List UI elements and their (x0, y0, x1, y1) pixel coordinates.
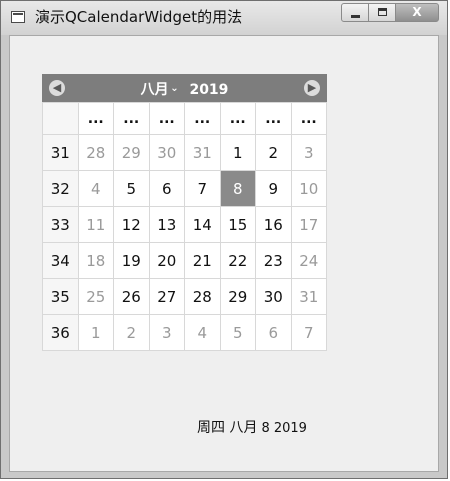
week-number: 32 (42, 170, 79, 207)
app-window: 演示QCalendarWidget的用法 X ◀ 八月 2019 ▶ .....… (0, 0, 448, 479)
calendar-week-row: 35 25 26 27 28 29 30 31 (42, 278, 327, 315)
week-number: 31 (42, 134, 79, 171)
calendar-day[interactable]: 13 (148, 206, 185, 243)
calendar-day[interactable]: 2 (113, 314, 150, 351)
calendar-day[interactable]: 4 (184, 314, 221, 351)
weekday-header: ... (290, 102, 327, 135)
calendar-day[interactable]: 30 (255, 278, 292, 315)
calendar-day-selected[interactable]: 8 (219, 170, 256, 207)
maximize-button[interactable] (368, 3, 396, 22)
month-year-selector: 八月 2019 (42, 79, 327, 99)
minimize-icon (351, 15, 360, 18)
close-button[interactable]: X (395, 3, 439, 22)
window-title: 演示QCalendarWidget的用法 (35, 8, 243, 26)
calendar-day[interactable]: 29 (113, 134, 150, 171)
selected-date-weekday-month: 周四 八月 (197, 420, 258, 436)
week-number-corner (42, 102, 79, 135)
window-controls: X (341, 3, 439, 22)
weekday-header: ... (184, 102, 221, 135)
calendar-day[interactable]: 9 (255, 170, 292, 207)
calendar-day[interactable]: 26 (113, 278, 150, 315)
calendar-day[interactable]: 14 (184, 206, 221, 243)
window-icon[interactable] (11, 11, 25, 23)
calendar-week-row: 31 28 29 30 31 1 2 3 (42, 134, 327, 171)
selected-date-label: 周四 八月 8 2019 (197, 417, 307, 437)
week-number: 36 (42, 314, 79, 351)
weekday-header: ... (148, 102, 185, 135)
week-number: 35 (42, 278, 79, 315)
weekday-header: ... (113, 102, 150, 135)
week-number: 34 (42, 242, 79, 279)
calendar-day[interactable]: 1 (77, 314, 114, 351)
calendar-navigation-bar: ◀ 八月 2019 ▶ (42, 74, 327, 102)
calendar-day[interactable]: 28 (77, 134, 114, 171)
calendar-day[interactable]: 5 (113, 170, 150, 207)
calendar-day[interactable]: 30 (148, 134, 185, 171)
calendar-day[interactable]: 27 (148, 278, 185, 315)
maximize-icon (378, 8, 387, 16)
calendar-week-row: 33 11 12 13 14 15 16 17 (42, 206, 327, 243)
calendar-day[interactable]: 3 (148, 314, 185, 351)
calendar-day[interactable]: 28 (184, 278, 221, 315)
calendar-day[interactable]: 16 (255, 206, 292, 243)
calendar-day[interactable]: 6 (255, 314, 292, 351)
calendar-grid: ..................... 31 28 29 30 31 1 2 3 32 4 5 6 7… (42, 102, 327, 351)
calendar-day[interactable]: 23 (255, 242, 292, 279)
calendar-day[interactable]: 31 (184, 134, 221, 171)
close-icon: X (412, 5, 422, 19)
calendar-day[interactable]: 7 (290, 314, 327, 351)
calendar-day[interactable]: 18 (77, 242, 114, 279)
title-bar[interactable]: 演示QCalendarWidget的用法 X (1, 1, 447, 35)
calendar-week-row: 36 1 2 3 4 5 6 7 (42, 314, 327, 351)
calendar-day[interactable]: 4 (77, 170, 114, 207)
year-spinner[interactable]: 2019 (189, 82, 228, 98)
week-number: 33 (42, 206, 79, 243)
weekday-header: ... (255, 102, 292, 135)
calendar-day[interactable]: 10 (290, 170, 327, 207)
month-dropdown[interactable]: 八月 (141, 79, 179, 99)
calendar-day[interactable]: 19 (113, 242, 150, 279)
calendar-day[interactable]: 12 (113, 206, 150, 243)
minimize-button[interactable] (341, 3, 369, 22)
weekday-header: ... (219, 102, 256, 135)
next-month-arrow-icon[interactable]: ▶ (304, 80, 320, 96)
calendar-day[interactable]: 24 (290, 242, 327, 279)
calendar-widget: ◀ 八月 2019 ▶ .....................3128293… (42, 74, 327, 351)
calendar-day[interactable]: 3 (290, 134, 327, 171)
calendar-week-row: 32 4 5 6 7 8 9 10 (42, 170, 327, 207)
calendar-day[interactable]: 25 (77, 278, 114, 315)
calendar-day[interactable]: 11 (77, 206, 114, 243)
calendar-day[interactable]: 1 (219, 134, 256, 171)
calendar-day[interactable]: 29 (219, 278, 256, 315)
weekday-header-row: ..................... (42, 102, 327, 135)
calendar-day[interactable]: 5 (219, 314, 256, 351)
calendar-day[interactable]: 21 (184, 242, 221, 279)
calendar-day[interactable]: 15 (219, 206, 256, 243)
calendar-day[interactable]: 31 (290, 278, 327, 315)
weekday-header: ... (77, 102, 114, 135)
calendar-day[interactable]: 20 (148, 242, 185, 279)
calendar-day[interactable]: 2 (255, 134, 292, 171)
calendar-week-row: 34 18 19 20 21 22 23 24 (42, 242, 327, 279)
calendar-day[interactable]: 17 (290, 206, 327, 243)
main-content: ◀ 八月 2019 ▶ .....................3128293… (9, 35, 439, 472)
calendar-day[interactable]: 6 (148, 170, 185, 207)
selected-date-day-year: 8 2019 (261, 421, 307, 436)
calendar-day[interactable]: 7 (184, 170, 221, 207)
calendar-day[interactable]: 22 (219, 242, 256, 279)
